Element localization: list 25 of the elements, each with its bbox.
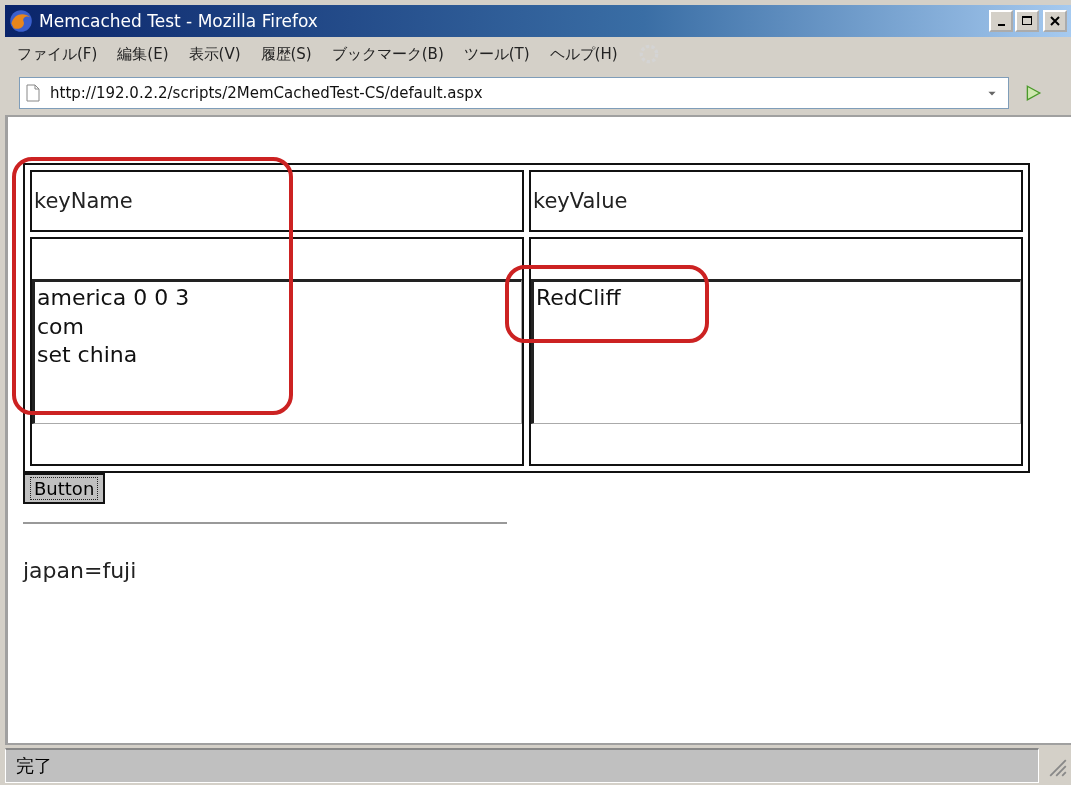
submit-button[interactable]: Button [23,473,106,504]
table-header-cell: keyName [30,170,524,232]
status-text: 完了 [5,747,1039,783]
globe-icon [9,9,33,33]
close-icon [1049,15,1061,27]
text-area[interactable]: america 0 0 3 com set china [32,279,522,424]
result-text: japan=fuji [23,558,138,583]
maximize-button[interactable] [1015,10,1039,32]
text-area[interactable]: RedCliff [531,279,1021,424]
menu-item[interactable]: ツール(T) [463,44,530,64]
menu-item[interactable]: 編集(E) [117,44,169,64]
menu-item[interactable]: 履歴(S) [260,44,312,64]
address-field[interactable]: http://192.0.2.2/scripts/2MemCachedTest-CS/default.aspx [19,77,1009,109]
minimize-button[interactable] [989,10,1013,32]
menu-item[interactable]: ブックマーク(B) [331,44,444,64]
window-title: Memcached Test - Mozilla Firefox [39,11,318,31]
menu-item[interactable]: ヘルプ(H) [549,44,618,64]
minimize-icon [997,24,1005,26]
play-arrow-icon [1024,84,1042,102]
close-button[interactable] [1043,10,1067,32]
table-header-cell: keyValue [529,170,1023,232]
menu-item[interactable]: ファイル(F) [17,44,98,64]
maximize-icon [1021,15,1033,27]
menu-item[interactable]: 表示(V) [188,44,241,64]
page-icon [26,84,40,102]
